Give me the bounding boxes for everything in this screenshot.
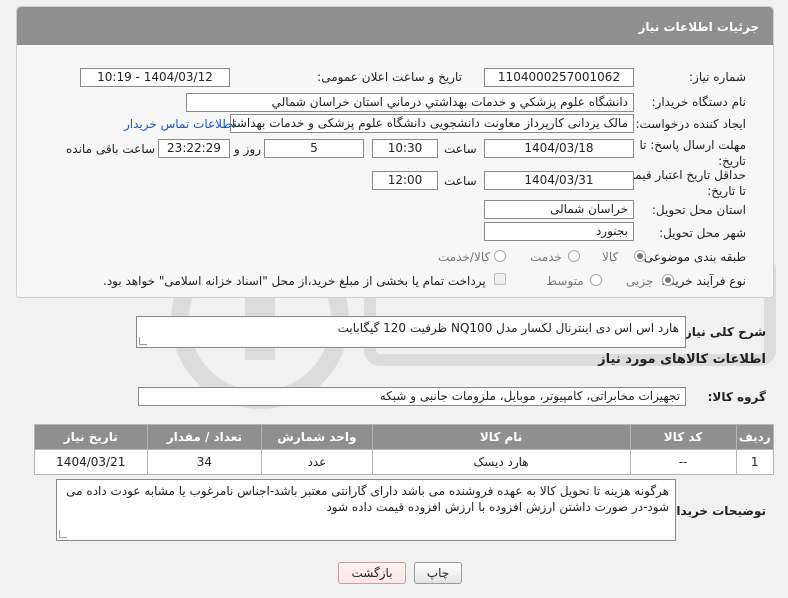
cell-item-code: -- (629, 449, 737, 475)
buyer-notes-textarea[interactable]: هرگونه هزینه تا تحویل کالا به عهده فروشن… (56, 479, 676, 541)
delivery-city-label: شهر محل تحویل: (659, 226, 746, 240)
category-radio-service[interactable] (568, 250, 580, 262)
buyer-contact-link[interactable]: اطلاعات تماس خریدار (124, 117, 235, 131)
price-validity-label: حداقل تاریخ اعتبار قیمت: تا تاریخ: (619, 168, 746, 198)
category-option-service: خدمت (530, 250, 562, 264)
general-desc-label: شرح کلی نیاز: (680, 325, 766, 339)
print-button[interactable]: چاپ (414, 562, 462, 584)
col-item-code: کد کالا (629, 424, 737, 450)
process-radio-minor[interactable] (662, 274, 674, 286)
announce-datetime-label: تاریخ و ساعت اعلان عمومی: (317, 70, 462, 84)
reply-date-field: 1404/03/18 (484, 139, 634, 158)
day-and-label: روز و (234, 142, 261, 156)
table-row: 1 -- هارد دیسک عدد 34 1404/03/21 (34, 449, 774, 475)
general-desc-textarea[interactable]: هارد اس اس دی اینترنال لکسار مدل NQ100 ظ… (136, 316, 686, 348)
col-unit: واحد شمارش (261, 424, 373, 450)
panel-title: جزئیات اطلاعات نیاز (638, 20, 759, 34)
cell-row-number: 1 (735, 449, 774, 475)
resize-handle-icon[interactable] (59, 530, 67, 538)
requester-field: مالک یزدانی کارپرداز معاونت دانشجویی دان… (230, 114, 634, 133)
process-radio-medium[interactable] (590, 274, 602, 286)
need-number-field: 1104000257001062 (484, 68, 634, 87)
requester-label: ایجاد کننده درخواست: (635, 117, 746, 131)
col-quantity: تعداد / مقدار (146, 424, 263, 450)
resize-handle-icon[interactable] (139, 337, 147, 345)
need-number-label: شماره نیاز: (689, 70, 746, 84)
col-row-number: ردیف (735, 424, 774, 450)
items-info-heading: اطلاعات کالاهای مورد نیاز (598, 352, 766, 367)
items-table-header: ردیف کد کالا نام کالا واحد شمارش تعداد /… (34, 424, 774, 450)
goods-group-label: گروه کالا: (707, 390, 766, 404)
buyer-org-label: نام دستگاه خریدار: (651, 95, 747, 109)
buyer-notes-text: هرگونه هزینه تا تحویل کالا به عهده فروشن… (66, 484, 669, 514)
category-option-goods: کالا (602, 250, 619, 264)
category-option-goods-service: کالا/خدمت (438, 250, 491, 264)
announce-datetime-field: 1404/03/12 - 10:19 (80, 68, 230, 87)
reply-time-label: ساعت (444, 142, 477, 156)
reply-deadline-label: مهلت ارسال پاسخ: تا تاریخ: (639, 138, 746, 168)
col-item-name: نام کالا (371, 424, 631, 450)
items-table: ردیف کد کالا نام کالا واحد شمارش تعداد /… (34, 424, 774, 475)
remaining-days-field: 5 (264, 139, 364, 158)
category-label: طبقه بندی موضوعی: (639, 250, 746, 264)
back-button[interactable]: بازگشت (338, 562, 406, 584)
buyer-notes-label: توضیحات خریدار: (664, 504, 766, 518)
col-need-date: تاریخ نیاز (34, 424, 148, 450)
delivery-province-label: استان محل تحویل: (651, 203, 746, 217)
delivery-province-field: خراسان شمالی (484, 200, 634, 219)
treasury-payment-checkbox[interactable] (494, 273, 506, 285)
cell-need-date: 1404/03/21 (34, 449, 148, 475)
cell-item-name: هارد دیسک (371, 449, 631, 475)
panel-header: جزئیات اطلاعات نیاز (17, 7, 773, 45)
category-radio-goods[interactable] (634, 250, 646, 262)
validity-date-field: 1404/03/31 (484, 171, 634, 190)
cell-quantity: 34 (146, 449, 263, 475)
goods-group-field: تجهیزات مخابراتی، کامپیوتر، موبایل، ملزو… (138, 387, 686, 406)
delivery-city-field: بجنورد (484, 222, 634, 241)
payment-note: پرداخت تمام یا بخشی از مبلغ خرید،از محل … (103, 274, 486, 288)
validity-time-field: 12:00 (372, 171, 438, 190)
buyer-org-field: دانشگاه علوم پزشکي و خدمات بهداشتي درمان… (186, 93, 634, 112)
process-option-minor: جزیی (626, 274, 654, 288)
reply-time-field: 10:30 (372, 139, 438, 158)
validity-time-label: ساعت (444, 174, 477, 188)
remaining-time-field: 23:22:29 (158, 139, 230, 158)
category-radio-goods-service[interactable] (494, 250, 506, 262)
cell-unit: عدد (261, 449, 373, 475)
hours-left-label: ساعت باقی مانده (66, 142, 156, 156)
general-desc-text: هارد اس اس دی اینترنال لکسار مدل NQ100 ظ… (337, 321, 679, 335)
process-option-medium: متوسط (546, 274, 584, 288)
